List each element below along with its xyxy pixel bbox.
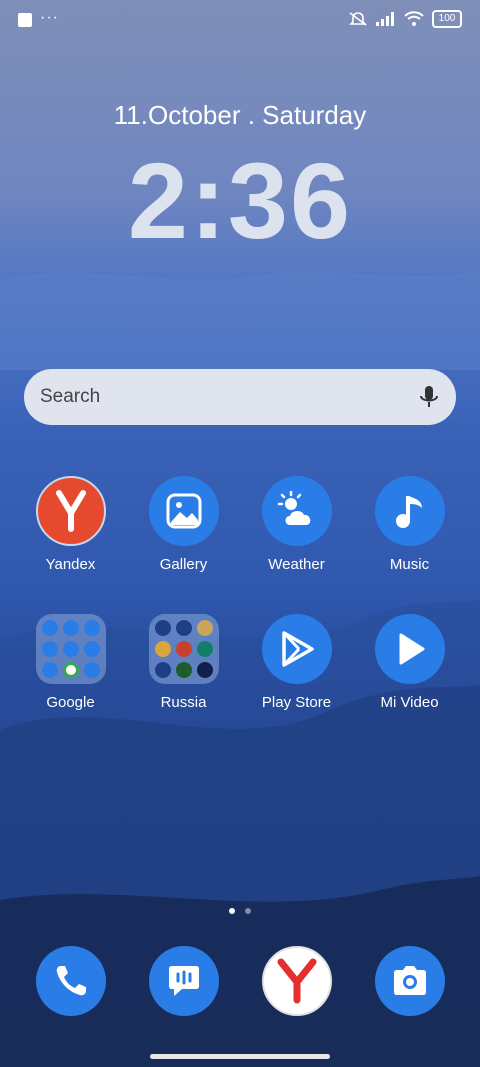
search-bar[interactable]: Search (24, 369, 456, 425)
folder-russia[interactable]: Russia (127, 614, 240, 711)
search-placeholder: Search (40, 386, 101, 407)
russia-folder-icon (148, 614, 219, 684)
cloud-layer (0, 270, 480, 370)
app-mi-video[interactable]: Mi Video (353, 614, 466, 711)
music-icon (374, 476, 445, 546)
home-indicator[interactable] (150, 1054, 330, 1059)
app-weather[interactable]: Weather (240, 476, 353, 573)
notification-icon (18, 13, 32, 27)
app-yandex[interactable]: Yandex (14, 476, 127, 573)
yandex-browser-icon[interactable] (262, 946, 332, 1016)
page-dot-active (229, 908, 235, 914)
mi-video-icon (374, 614, 445, 684)
app-label: Yandex (45, 556, 96, 573)
wifi-icon (404, 11, 424, 26)
lockscreen-date: 11.October . Saturday (113, 100, 367, 130)
messages-icon[interactable] (149, 946, 219, 1016)
mute-icon (349, 12, 367, 26)
app-gallery[interactable]: Gallery (127, 476, 240, 573)
folder-google[interactable]: Google (14, 614, 127, 711)
battery-icon: 100 (432, 10, 462, 28)
microphone-icon[interactable] (418, 384, 440, 410)
play-store-icon (261, 614, 332, 684)
app-label: Russia (160, 694, 207, 711)
camera-icon[interactable] (375, 946, 445, 1016)
lockscreen-time: 2:36 (127, 140, 353, 261)
app-label: Gallery (159, 556, 208, 573)
signal-icon (376, 12, 394, 26)
app-play-store[interactable]: Play Store (240, 614, 353, 711)
app-label: Music (389, 556, 430, 573)
weather-icon (261, 476, 332, 546)
more-notifications: ··· (40, 9, 59, 26)
app-music[interactable]: Music (353, 476, 466, 573)
gallery-icon (148, 476, 219, 546)
page-dot (245, 908, 251, 914)
google-folder-icon (35, 614, 106, 684)
yandex-icon (35, 476, 106, 546)
app-label: Play Store (261, 694, 332, 711)
page-indicator (0, 908, 480, 914)
app-label: Mi Video (380, 694, 439, 711)
phone-icon[interactable] (36, 946, 106, 1016)
app-label: Google (46, 694, 95, 711)
status-bar: ··· 100 (0, 0, 480, 40)
app-label: Weather (268, 556, 325, 573)
